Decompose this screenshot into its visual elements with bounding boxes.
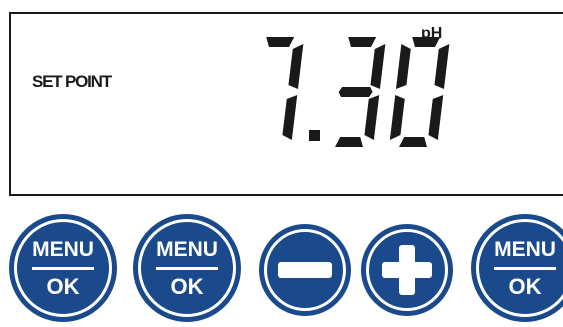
menu-ok-button-1[interactable]: MENU OK: [9, 214, 117, 322]
segment-d: [399, 137, 427, 147]
segment-a: [348, 37, 377, 47]
mode-label: SET POINT: [32, 72, 112, 91]
button-label-top: MENU: [494, 238, 556, 261]
digit-0: [389, 37, 450, 147]
controller-panel: SET POINT pH MENU OK MENU OK MENU OK: [0, 0, 563, 327]
menu-ok-button-2[interactable]: MENU OK: [133, 214, 241, 322]
unit-label: pH: [421, 25, 443, 42]
segment-c: [428, 95, 444, 140]
segment-c: [364, 95, 380, 140]
segment-e: [389, 95, 405, 140]
plus-icon-vertical-bar: [399, 245, 415, 295]
decimal-point: [309, 130, 320, 141]
segment-b: [434, 44, 450, 89]
menu-ok-button-3[interactable]: MENU OK: [471, 214, 563, 322]
button-label-bottom: OK: [170, 274, 204, 299]
digit-7: [266, 37, 304, 140]
minus-icon: [278, 262, 332, 278]
increase-button[interactable]: [361, 224, 453, 316]
segment-a: [266, 37, 295, 47]
button-label-top: MENU: [32, 238, 94, 261]
segment-b: [288, 44, 304, 89]
digit-3: [335, 37, 386, 147]
button-label-bottom: OK: [508, 274, 542, 299]
segment-c: [282, 95, 298, 140]
setpoint-value: [266, 37, 450, 147]
decrease-button[interactable]: [259, 224, 351, 316]
segment-b: [370, 44, 386, 89]
segment-d: [335, 137, 363, 147]
lcd-display: SET POINT pH: [9, 12, 563, 196]
segment-f: [395, 44, 411, 89]
segment-g: [338, 87, 373, 97]
button-label-top: MENU: [156, 238, 218, 261]
button-label-bottom: OK: [46, 274, 80, 299]
